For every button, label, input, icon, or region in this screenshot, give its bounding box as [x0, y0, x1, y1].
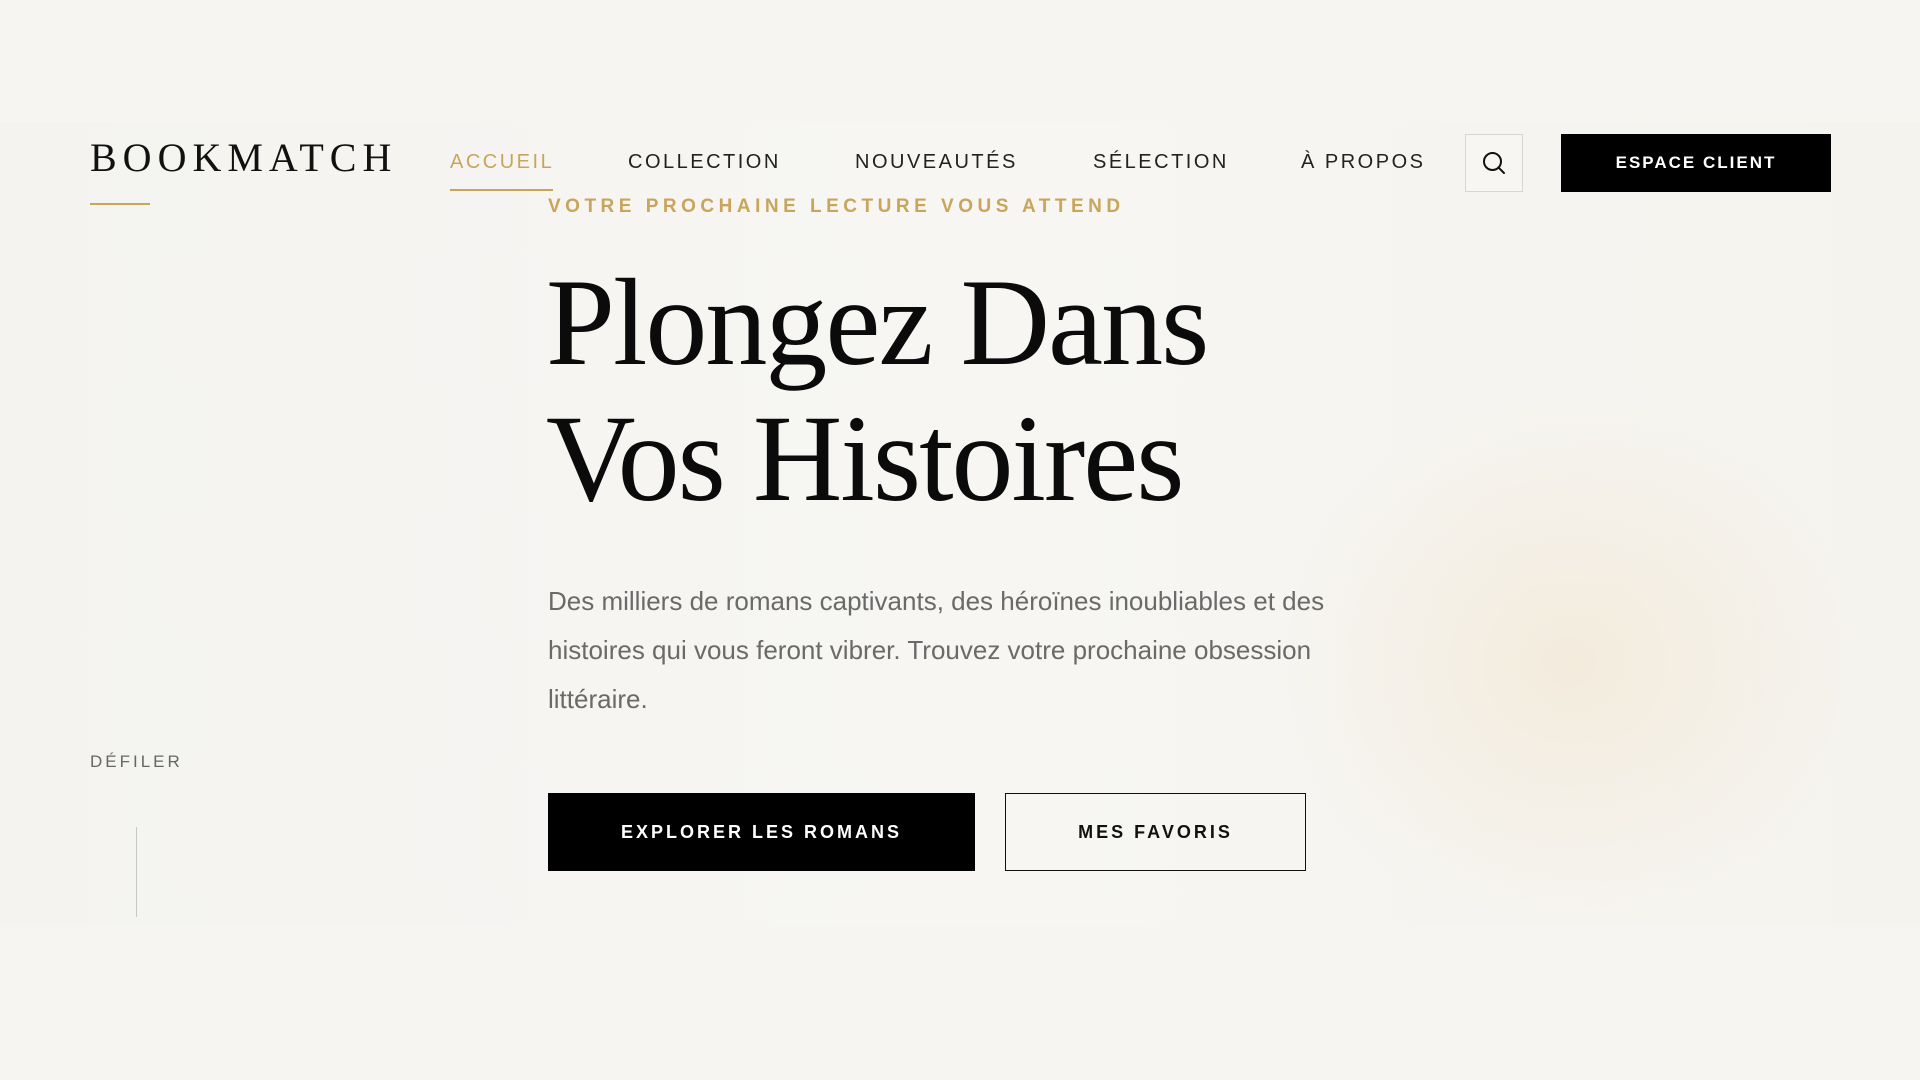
explore-novels-button[interactable]: EXPLORER LES ROMANS: [548, 793, 975, 871]
hero-headline: Plongez Dans Vos Histoires: [546, 254, 1209, 527]
logo[interactable]: BOOKMATCH: [90, 138, 397, 178]
hero-headline-line-1: Plongez Dans: [546, 254, 1209, 391]
hero-eyebrow: VOTRE PROCHAINE LECTURE VOUS ATTEND: [548, 196, 1125, 217]
espace-client-button[interactable]: ESPACE CLIENT: [1561, 134, 1831, 192]
favorites-button[interactable]: MES FAVORIS: [1005, 793, 1306, 871]
hero-subtitle: Des milliers de romans captivants, des h…: [548, 586, 1325, 714]
search-button[interactable]: [1465, 134, 1523, 192]
hero-headline-line-2: Vos Histoires: [546, 390, 1185, 527]
search-icon: [1483, 152, 1505, 174]
nav-item-selection[interactable]: SÉLECTION: [1093, 150, 1229, 174]
active-nav-underline: [450, 189, 553, 191]
logo-underline: [90, 203, 150, 205]
page: BOOKMATCH ACCUEIL COLLECTION NOUVEAUTÉS …: [0, 0, 1920, 1080]
scroll-label[interactable]: DÉFILER: [90, 752, 183, 772]
nav-item-a-propos[interactable]: À PROPOS: [1301, 150, 1425, 174]
top-strip: [0, 0, 1920, 122]
nav-item-accueil[interactable]: ACCUEIL: [450, 150, 554, 174]
nav-item-collection[interactable]: COLLECTION: [628, 150, 781, 174]
scroll-indicator-line: [136, 827, 137, 917]
nav-item-nouveautes[interactable]: NOUVEAUTÉS: [855, 150, 1018, 174]
